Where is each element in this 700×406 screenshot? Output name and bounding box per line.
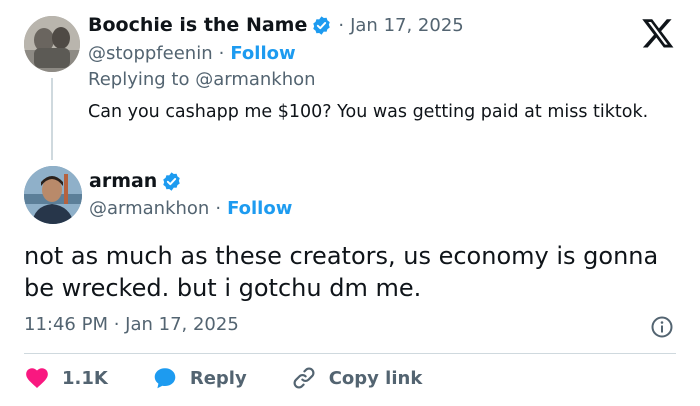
like-count: 1.1K <box>62 367 108 389</box>
reply-label: Reply <box>189 367 247 389</box>
follow-button[interactable]: Follow <box>227 198 292 219</box>
verified-badge-icon <box>313 15 331 35</box>
reply-button[interactable]: Reply <box>152 365 247 391</box>
main-author-name[interactable]: arman <box>89 170 157 192</box>
avatar-boochie[interactable] <box>24 16 80 72</box>
main-tweet-text: not as much as these creators, us econom… <box>24 242 659 302</box>
main-handle-row: @armankhon · Follow <box>89 198 292 219</box>
separator-dot: · <box>215 198 222 219</box>
info-icon[interactable] <box>650 315 674 339</box>
reply-author-row: Boochie is the Name · Jan 17, 2025 <box>88 14 464 36</box>
replying-to-label: Replying to @armankhon <box>88 69 316 90</box>
copy-link-label: Copy link <box>328 367 423 389</box>
tweet-timestamp[interactable]: 11:46 PM · Jan 17, 2025 <box>24 314 239 335</box>
follow-button[interactable]: Follow <box>230 43 295 64</box>
avatar-arman[interactable] <box>24 166 82 224</box>
reply-author-name[interactable]: Boochie is the Name <box>88 14 307 36</box>
heart-icon <box>26 368 48 388</box>
thread-connector-line <box>51 78 53 160</box>
divider <box>24 353 676 354</box>
main-handle[interactable]: @armankhon <box>89 198 209 219</box>
link-icon <box>293 367 315 389</box>
x-logo-icon[interactable] <box>640 16 676 50</box>
copy-link-button[interactable]: Copy link <box>291 365 423 391</box>
verified-badge-icon <box>163 171 181 191</box>
reply-tweet-text: Can you cashapp me $100? You was getting… <box>88 102 649 122</box>
action-bar: 1.1K Reply Copy link <box>24 365 422 391</box>
reply-handle[interactable]: @stoppfeenin <box>88 43 213 64</box>
like-button[interactable]: 1.1K <box>24 365 108 391</box>
separator-dot: · <box>218 43 225 64</box>
main-author-row: arman <box>89 170 182 192</box>
separator-dot: · <box>338 14 345 36</box>
reply-date[interactable]: Jan 17, 2025 <box>350 15 464 36</box>
speech-bubble-icon <box>154 368 176 389</box>
reply-handle-row: @stoppfeenin · Follow <box>88 43 296 64</box>
